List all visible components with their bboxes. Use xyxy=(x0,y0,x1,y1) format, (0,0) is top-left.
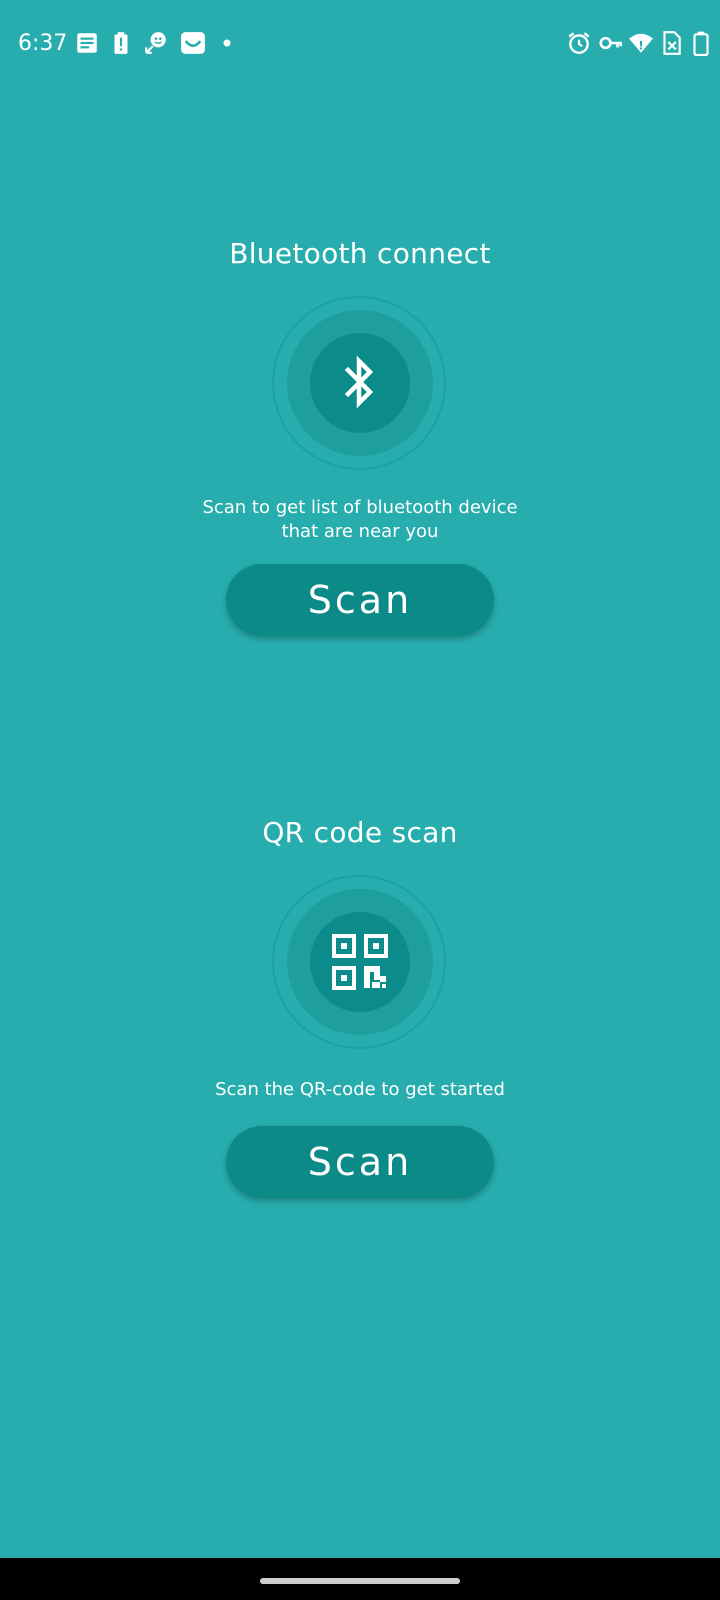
qr-title: QR code scan xyxy=(262,816,458,849)
qr-section: QR code scan Scan the QR-code to get sta… xyxy=(0,0,720,1240)
qr-code-icon xyxy=(332,934,388,990)
navigation-bar xyxy=(0,1558,720,1600)
qr-description: Scan the QR-code to get started xyxy=(215,1079,505,1100)
qr-icon-circle xyxy=(310,912,410,1012)
qr-scan-button[interactable]: Scan xyxy=(226,1126,494,1198)
home-gesture-handle[interactable] xyxy=(260,1578,460,1584)
